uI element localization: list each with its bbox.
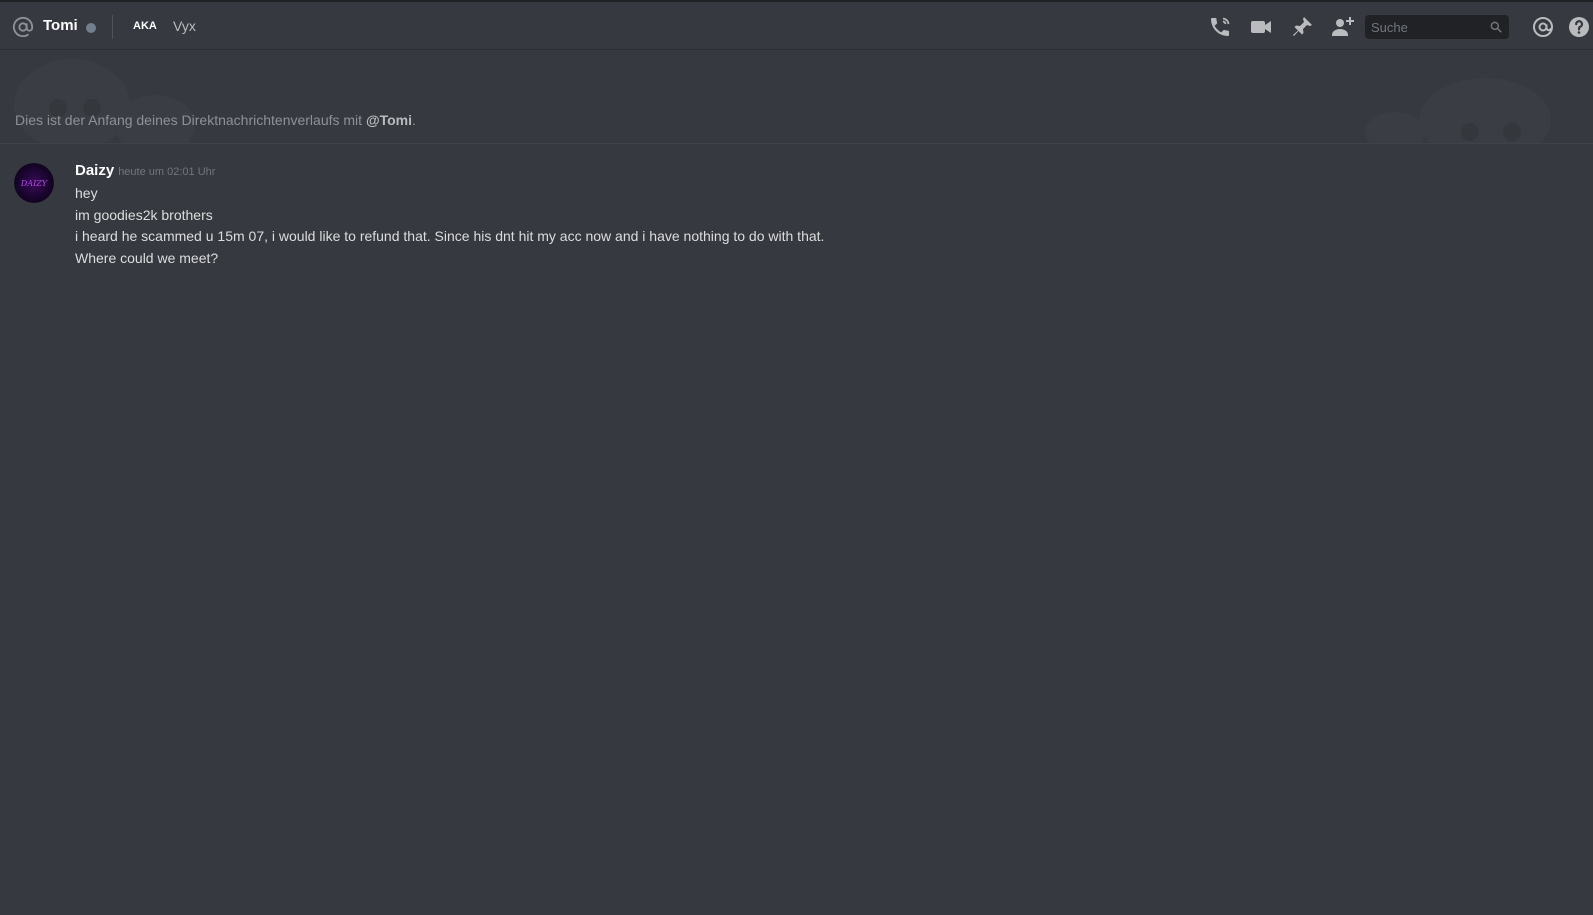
message-line: hey — [75, 185, 98, 201]
status-offline-icon — [86, 23, 96, 33]
pinned-messages-icon[interactable] — [1289, 14, 1315, 40]
message-author[interactable]: Daizy — [75, 162, 114, 179]
avatar[interactable]: DAIZY — [14, 163, 54, 203]
voice-call-icon[interactable] — [1207, 14, 1233, 40]
dm-window: Tomi AKA Vyx Suche Dies ist der Anfang d… — [0, 0, 1593, 915]
dm-username[interactable]: Tomi — [43, 16, 78, 36]
help-icon[interactable] — [1566, 14, 1592, 40]
welcome-message: Dies ist der Anfang deines Direktnachric… — [15, 111, 416, 129]
mentions-icon[interactable] — [1530, 14, 1556, 40]
welcome-prefix: Dies ist der Anfang deines Direktnachric… — [15, 112, 366, 128]
welcome-mention[interactable]: @Tomi — [366, 112, 412, 128]
welcome-suffix: . — [412, 112, 416, 128]
dm-welcome-banner: Dies ist der Anfang deines Direktnachric… — [0, 50, 1593, 144]
search-icon[interactable] — [1489, 20, 1503, 34]
avatar-text: DAIZY — [20, 179, 48, 188]
message-line: i heard he scammed u 15m 07, i would lik… — [75, 228, 825, 244]
add-friend-icon[interactable] — [1330, 14, 1356, 40]
message-line: Where could we meet? — [75, 250, 219, 266]
at-icon — [12, 16, 34, 38]
message-timestamp: heute um 02:01 Uhr — [118, 166, 216, 178]
header-divider — [112, 15, 113, 39]
message-line: im goodies2k brothers — [75, 207, 213, 223]
search-input[interactable] — [1371, 18, 1481, 36]
message-header: Daizy heute um 02:01 Uhr — [75, 161, 215, 182]
nickname: Vyx — [173, 18, 196, 34]
aka-label: AKA — [133, 20, 157, 32]
decorative-background-icon — [14, 59, 1551, 143]
search-box[interactable] — [1365, 15, 1509, 39]
video-call-icon[interactable] — [1248, 14, 1274, 40]
channel-header: Tomi AKA Vyx — [0, 2, 1593, 50]
